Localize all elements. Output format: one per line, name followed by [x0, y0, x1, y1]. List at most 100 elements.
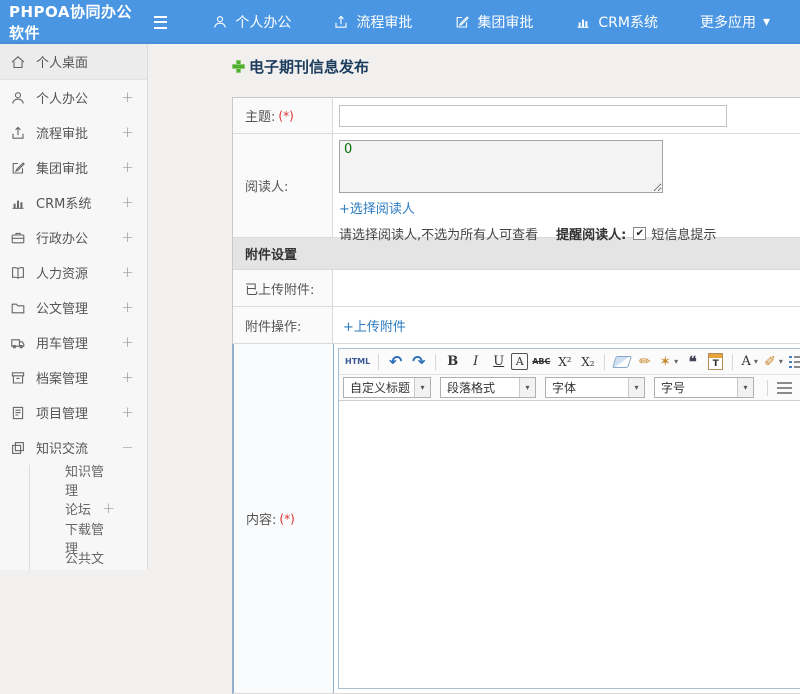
subject-input[interactable] [339, 104, 727, 127]
expand-icon[interactable]: + [121, 90, 134, 105]
align-left-icon[interactable] [774, 377, 795, 399]
sidebar-item-personal-desktop[interactable]: 个人桌面 [0, 44, 147, 80]
sidebar-item-admin-office[interactable]: 行政办公 + [0, 220, 147, 255]
subject-row: 主题: (*) [233, 98, 800, 134]
nav-item-label: CRM系统 [598, 15, 658, 31]
paragraph-select[interactable]: 段落格式 ▾ [440, 377, 536, 398]
undo-icon[interactable]: ↶ [385, 351, 406, 373]
heading-select[interactable]: 自定义标题 ▾ [343, 377, 431, 398]
expand-icon[interactable]: + [121, 370, 134, 385]
page-title-row: 电子期刊信息发布 [232, 56, 800, 76]
sidebar-item-archive-management[interactable]: 档案管理 + [0, 360, 147, 395]
expand-icon[interactable]: + [121, 125, 134, 140]
nav-item-workflow-approval[interactable]: 流程审批 [312, 0, 433, 44]
expand-icon[interactable]: + [121, 265, 134, 280]
attachment-action-label: 附件操作: [245, 319, 302, 335]
sidebar-item-personal-office[interactable]: 个人办公 + [0, 80, 147, 115]
font-color-icon[interactable]: A [739, 351, 760, 373]
underline-icon[interactable]: U [488, 351, 509, 373]
select-readers-link[interactable]: +选择阅读人 [339, 202, 415, 217]
readers-hint: 请选择阅读人,不选为所有人可查看 [339, 228, 539, 243]
font-style-icon[interactable]: A [511, 353, 529, 370]
attachment-action-row: 附件操作: +上传附件 [233, 307, 800, 344]
font-family-select[interactable]: 字体 ▾ [545, 377, 645, 398]
subject-label-cell: 主题: (*) [233, 98, 333, 133]
upload-attachment-link[interactable]: +上传附件 [343, 316, 406, 335]
nav-item-group-approval[interactable]: 集团审批 [433, 0, 554, 44]
caret-down-icon: ▾ [414, 378, 430, 397]
project-icon [10, 405, 26, 421]
readers-textarea[interactable]: 0 [339, 140, 663, 193]
paragraph-select-value: 段落格式 [447, 381, 496, 395]
ordered-list-icon[interactable] [787, 351, 800, 373]
sidebar-subitem-label: 论坛 [65, 503, 92, 518]
briefcase-icon [10, 230, 26, 246]
nav-item-crm-system[interactable]: CRM系统 [554, 0, 679, 44]
readers-row: 阅读人: 0 +选择阅读人 请选择阅读人,不选为所有人可查看 提醒阅读人: ✔ … [233, 134, 800, 243]
editor-canvas[interactable] [339, 401, 800, 688]
subscript-icon[interactable]: X₂ [577, 351, 598, 373]
blockquote-icon[interactable]: ❝ [682, 351, 703, 373]
toolbar-separator [732, 353, 734, 370]
sidebar-item-project-management[interactable]: 项目管理 + [0, 395, 147, 430]
auto-typeset-icon[interactable]: ✶ [657, 351, 680, 373]
expand-icon[interactable]: + [121, 335, 134, 350]
sidebar-item-crm-system[interactable]: CRM系统 + [0, 185, 147, 220]
sidebar-subitem-public-file-cabinet[interactable]: 公共文件柜 [30, 552, 147, 570]
hamburger-menu-icon[interactable] [154, 15, 168, 29]
readers-label-cell: 阅读人: [233, 134, 333, 237]
toolbar-separator [378, 353, 380, 370]
sidebar-item-workflow-approval[interactable]: 流程审批 + [0, 115, 147, 150]
caret-down-icon: ▾ [628, 378, 644, 397]
format-brush-icon[interactable]: ✏ [634, 351, 655, 373]
sidebar-item-vehicle-management[interactable]: 用车管理 + [0, 325, 147, 360]
bold-icon[interactable]: B [442, 351, 463, 373]
user-icon [10, 90, 26, 106]
sidebar-item-label: 用车管理 [36, 337, 89, 352]
nav-item-label: 集团审批 [477, 15, 534, 31]
layers-icon [10, 440, 26, 456]
highlight-icon[interactable]: ✐ [762, 351, 785, 373]
sidebar-subitem-label: 公共文件柜 [65, 551, 105, 567]
edit-square-icon [454, 14, 470, 30]
sidebar-item-label: 项目管理 [36, 407, 89, 422]
sidebar-item-group-approval[interactable]: 集团审批 + [0, 150, 147, 185]
expand-icon[interactable]: + [102, 501, 115, 516]
nav-item-more-apps[interactable]: 更多应用 ▾ [679, 0, 800, 44]
home-icon [10, 54, 26, 70]
remove-format-icon[interactable] [611, 351, 632, 373]
main-content: 电子期刊信息发布 主题: (*) 阅读人: 0 +选择阅读人 请选择阅读人,不选… [148, 44, 800, 694]
uploaded-attachment-label: 已上传附件: [245, 282, 315, 298]
superscript-icon[interactable]: X² [554, 351, 575, 373]
html-source-icon[interactable]: HTML [343, 351, 372, 373]
sms-notify-label: 短信息提示 [651, 228, 717, 243]
sidebar-item-human-resources[interactable]: 人力资源 + [0, 255, 147, 290]
toolbar-separator [767, 379, 768, 396]
expand-icon[interactable]: + [121, 405, 134, 420]
caret-icon: ▾ [763, 14, 771, 30]
paste-as-text-icon[interactable] [705, 351, 726, 373]
sidebar-subitem-knowledge-management[interactable]: 知识管理 [30, 465, 147, 499]
expand-icon[interactable]: + [121, 230, 134, 245]
nav-item-label: 流程审批 [356, 15, 413, 31]
redo-icon[interactable]: ↷ [408, 351, 429, 373]
sms-notify-checkbox[interactable]: ✔ [633, 227, 647, 240]
strikethrough-icon[interactable]: ABC [530, 351, 552, 373]
collapse-icon[interactable]: − [121, 440, 134, 455]
italic-icon[interactable]: I [465, 351, 486, 373]
uploaded-attachment-row: 已上传附件: [233, 270, 800, 307]
content-label: 内容: [246, 513, 277, 528]
expand-icon[interactable]: + [121, 160, 134, 175]
font-size-select[interactable]: 字号 ▾ [654, 377, 754, 398]
archive-icon [10, 370, 26, 386]
publish-form: 主题: (*) 阅读人: 0 +选择阅读人 请选择阅读人,不选为所有人可查看 提… [232, 97, 800, 694]
subject-label: 主题: [245, 110, 276, 125]
expand-icon[interactable]: + [121, 300, 134, 315]
nav-item-personal-office[interactable]: 个人办公 [191, 0, 312, 44]
required-mark: (*) [278, 108, 294, 123]
expand-icon[interactable]: + [121, 195, 134, 210]
sidebar-menu: 个人桌面 个人办公 + 流程审批 + 集团审批 + CRM系统 + 行政办公 + 人力资源 + 公文管理 +… [0, 44, 148, 570]
sidebar-item-document-management[interactable]: 公文管理 + [0, 290, 147, 325]
caret-down-icon: ▾ [737, 378, 753, 397]
chart-icon [575, 14, 591, 30]
